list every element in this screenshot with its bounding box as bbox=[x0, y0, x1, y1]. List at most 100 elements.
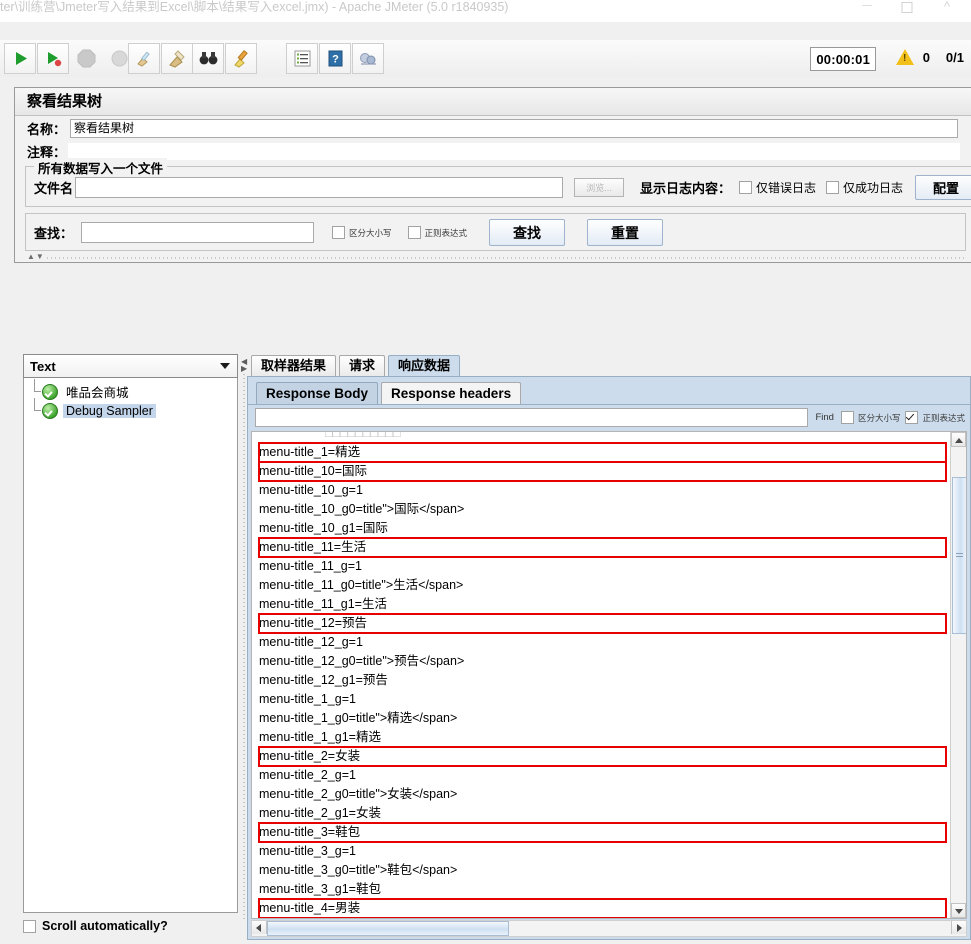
maximize-button[interactable] bbox=[887, 0, 927, 18]
start-no-pauses-button[interactable] bbox=[37, 43, 69, 74]
response-body-line-text: menu-title_3_g1=鞋包 bbox=[259, 882, 381, 896]
scroll-down-arrow[interactable] bbox=[951, 903, 966, 918]
play-no-pause-icon bbox=[47, 52, 61, 67]
tree-node-1[interactable]: Debug Sampler bbox=[24, 398, 237, 420]
response-body-line: menu-title_12_g=1 bbox=[259, 633, 946, 652]
column-splitter[interactable]: ◀ ▶ bbox=[240, 354, 247, 929]
scroll-up-arrow[interactable] bbox=[951, 432, 966, 447]
name-input[interactable]: 察看结果树 bbox=[70, 119, 959, 138]
help-button[interactable]: ? bbox=[319, 43, 351, 74]
search-case-sensitive-label: 区分大小写 bbox=[349, 227, 392, 238]
response-body-line-text: menu-title_12_g0=title">预告</span> bbox=[259, 654, 465, 668]
column-splitter-grip bbox=[243, 374, 245, 919]
scroll-right-arrow[interactable] bbox=[951, 921, 966, 934]
tab-request[interactable]: 请求 bbox=[339, 355, 386, 376]
tab-response-headers[interactable]: Response headers bbox=[381, 382, 522, 404]
elapsed-time: 00:00:01 bbox=[810, 47, 876, 71]
clear-button[interactable] bbox=[128, 43, 160, 74]
tab-response-data[interactable]: 响应数据 bbox=[388, 355, 461, 376]
browse-button[interactable]: 浏览... bbox=[574, 178, 625, 197]
renderer-select[interactable]: Text bbox=[23, 354, 238, 378]
warning-triangle-icon[interactable] bbox=[896, 49, 914, 66]
write-all-data-fieldset: 所有数据写入一个文件 文件名 浏览... 显示日志内容： 仅错误日志 仅成功日志… bbox=[25, 158, 971, 207]
horizontal-scroll-thumb[interactable] bbox=[267, 921, 509, 936]
response-body-line: menu-title_1_g1=精选 bbox=[259, 728, 946, 747]
response-case-sensitive-checkbox[interactable]: 区分大小写 bbox=[840, 411, 900, 424]
stop-icon bbox=[77, 49, 95, 68]
search-regex-checkbox[interactable]: 正则表达式 bbox=[407, 226, 467, 239]
panel-splitter[interactable]: ▲▼ bbox=[25, 252, 966, 262]
tree-elbow-icon bbox=[28, 398, 42, 420]
response-horizontal-scrollbar[interactable] bbox=[251, 920, 967, 937]
response-body-line-text: menu-title_4=男装 bbox=[259, 901, 361, 915]
response-vertical-scrollbar[interactable] bbox=[950, 432, 966, 918]
comment-input[interactable] bbox=[68, 143, 961, 160]
only-error-log-checkbox[interactable]: 仅错误日志 bbox=[739, 179, 816, 196]
start-button[interactable] bbox=[4, 43, 36, 74]
misc-button[interactable] bbox=[352, 43, 384, 74]
response-body-textarea[interactable]: □□□□□□□□□□ menu-title_1=精选 menu-title_10=国… bbox=[251, 431, 967, 919]
response-find-button[interactable]: Find bbox=[813, 412, 835, 423]
response-body-line: menu-title_3_g1=鞋包 bbox=[259, 880, 946, 899]
close-button[interactable]: ^ bbox=[927, 0, 967, 18]
scroll-left-arrow[interactable] bbox=[252, 921, 267, 934]
response-body-line-text: menu-title_10_g1=国际 bbox=[259, 521, 388, 535]
response-body-line-text: menu-title_12_g1=预告 bbox=[259, 673, 388, 687]
only-success-log-checkbox[interactable]: 仅成功日志 bbox=[826, 179, 903, 196]
vertical-scroll-thumb[interactable] bbox=[952, 477, 966, 634]
search-case-sensitive-box bbox=[332, 226, 346, 239]
filename-label: 文件名 bbox=[34, 181, 74, 196]
response-body-line-text: menu-title_3_g=1 bbox=[259, 844, 356, 858]
log-display-label: 显示日志内容： bbox=[640, 181, 732, 196]
shutdown-icon bbox=[111, 50, 127, 67]
response-regex-checkbox[interactable]: 正则表达式 bbox=[905, 411, 965, 424]
reset-search-button[interactable] bbox=[225, 43, 257, 74]
tab-sampler-result[interactable]: 取样器结果 bbox=[251, 355, 337, 376]
response-body-line: menu-title_1_g=1 bbox=[259, 690, 946, 709]
search-input[interactable] bbox=[81, 222, 315, 243]
tab-response-body[interactable]: Response Body bbox=[256, 382, 379, 404]
response-body-line: menu-title_3_g=1 bbox=[259, 842, 946, 861]
response-body-line-text: menu-title_10_g=1 bbox=[259, 483, 363, 497]
scroll-automatically-checkbox[interactable]: Scroll automatically? bbox=[23, 919, 238, 933]
response-body-line-text: menu-title_10=国际 bbox=[259, 464, 368, 478]
tree-elbow-icon bbox=[28, 379, 42, 401]
response-body-line-text: □□□□□□□□□□ bbox=[325, 431, 401, 440]
function-helper-button[interactable] bbox=[286, 43, 318, 74]
broom-clear-all-icon bbox=[168, 50, 185, 68]
response-find-input[interactable] bbox=[255, 408, 809, 427]
response-body-line-text: menu-title_1_g=1 bbox=[259, 692, 356, 706]
response-column: 取样器结果 请求 响应数据 Response Body Response hea… bbox=[247, 354, 971, 940]
configure-button[interactable]: 配置 bbox=[915, 175, 971, 200]
minimize-button[interactable] bbox=[847, 0, 887, 18]
response-body-line: menu-title_4=男装 bbox=[258, 898, 947, 918]
response-body-line-text: menu-title_2_g1=女装 bbox=[259, 806, 381, 820]
sampler-result-tree[interactable]: 唯品会商城 Debug Sampler bbox=[23, 378, 238, 913]
response-body-line: menu-title_11=生活 bbox=[258, 537, 947, 558]
response-body-line: menu-title_2_g0=title">女装</span> bbox=[259, 785, 946, 804]
response-body-line: menu-title_12=预告 bbox=[258, 613, 947, 634]
only-error-log-box bbox=[739, 181, 753, 194]
response-body-line: menu-title_2_g=1 bbox=[259, 766, 946, 785]
response-case-sensitive-box bbox=[840, 411, 854, 424]
results-tree-column: Text 唯品会商城 Debug Sampler Scroll automati… bbox=[23, 354, 238, 933]
search-reset-button[interactable]: 重置 bbox=[587, 219, 664, 246]
active-threads-count: 0/1 bbox=[945, 50, 964, 65]
response-body-line: menu-title_11_g0=title">生活</span> bbox=[259, 576, 946, 595]
response-body-line-text: menu-title_2=女装 bbox=[259, 749, 361, 763]
minimize-icon bbox=[862, 5, 872, 6]
tree-node-0[interactable]: 唯品会商城 bbox=[24, 379, 237, 401]
search-bar: 查找： 区分大小写 正则表达式 查找 重置 bbox=[25, 213, 966, 251]
scroll-automatically-label: Scroll automatically? bbox=[42, 919, 168, 933]
search-find-button[interactable]: 查找 bbox=[489, 219, 566, 246]
response-body-line-text: menu-title_11_g=1 bbox=[259, 559, 362, 573]
response-body-lines: □□□□□□□□□□ menu-title_1=精选 menu-title_10=国… bbox=[258, 431, 947, 918]
stop-button[interactable] bbox=[70, 43, 102, 74]
chevron-down-icon bbox=[220, 363, 230, 369]
results-split-area: Text 唯品会商城 Debug Sampler Scroll automati… bbox=[14, 354, 971, 944]
search-case-sensitive-checkbox[interactable]: 区分大小写 bbox=[332, 226, 392, 239]
clear-all-button[interactable] bbox=[161, 43, 193, 74]
search-button[interactable] bbox=[192, 43, 224, 74]
filename-input[interactable] bbox=[75, 177, 564, 198]
splitter-arrows-icon: ▲▼ bbox=[27, 252, 45, 261]
